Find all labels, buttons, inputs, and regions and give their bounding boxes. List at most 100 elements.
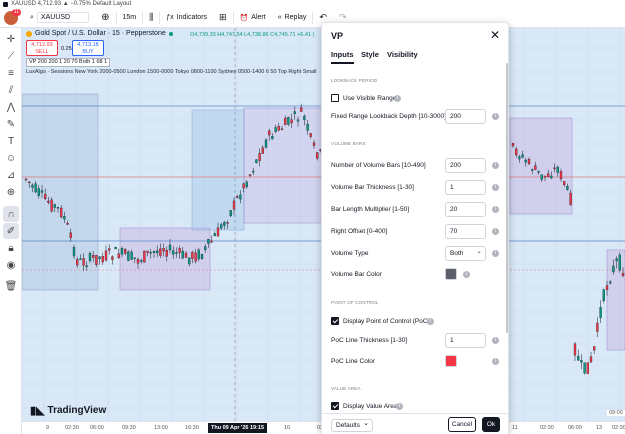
trash-icon: 🗑︎ — [4, 280, 18, 292]
chart-type-button[interactable]: ⫼ — [143, 8, 159, 27]
magnet-tool[interactable]: ∩ — [3, 206, 19, 222]
poc-thickness-input[interactable]: 1 — [445, 333, 486, 348]
pattern-tool[interactable]: ⋀ — [3, 99, 19, 115]
info-icon[interactable]: i — [492, 113, 499, 120]
crosshair-tool[interactable]: ✛ — [3, 31, 19, 47]
candle-body — [255, 159, 258, 163]
candle-body — [114, 246, 117, 250]
poc-color-swatch[interactable] — [445, 355, 457, 367]
close-icon: ✕ — [489, 28, 500, 42]
visibility-tool[interactable]: ◉ — [3, 257, 19, 273]
info-icon[interactable]: i — [492, 337, 499, 344]
time-tick-label: 10 — [284, 425, 291, 431]
time-tick-label: 09:30 — [122, 425, 136, 431]
volume-type-label: Volume Type — [331, 250, 369, 257]
alert-button[interactable]: ⏰ Alert — [234, 8, 272, 27]
symbol-search-button[interactable]: ⌕ XAUUSD — [24, 8, 95, 27]
stay-drawing-tool[interactable]: ✐ — [3, 223, 19, 239]
tab-visibility[interactable]: Visibility — [387, 50, 418, 59]
display-poc-label: Display Point of Control (PoC) — [343, 318, 430, 325]
compare-symbol-button[interactable]: ⊕ — [95, 8, 115, 27]
candle-body — [149, 251, 152, 254]
defaults-dropdown[interactable]: Defaults — [331, 418, 373, 432]
logo-text: TradingView — [47, 405, 107, 416]
candle-body — [143, 250, 146, 263]
zoom-tool[interactable]: ⊕ — [3, 184, 19, 200]
time-tick-label: 02:30 — [540, 425, 554, 431]
tab-inputs[interactable]: Inputs — [331, 50, 354, 64]
drawing-toolbar: ✛ ⟋ ≡ ⫽ ⋀ ✎ T ☺ ⊿ ⊕ ∩ ✐ 🔒︎ ◉ 🗑︎ — [0, 28, 22, 434]
candle-body — [66, 223, 69, 225]
candle-body — [274, 127, 277, 132]
display-poc-checkbox[interactable] — [331, 317, 339, 325]
candle-body — [563, 181, 566, 185]
fib-tool[interactable]: ≡ — [3, 65, 19, 81]
text-tool[interactable]: T — [3, 133, 19, 149]
delete-tool[interactable]: 🗑︎ — [3, 278, 19, 294]
channel-tool[interactable]: ⫽ — [3, 82, 19, 98]
close-button[interactable]: ✕ — [490, 28, 500, 42]
display-value-area-checkbox[interactable] — [331, 402, 339, 410]
vp-indicator-legend[interactable]: VP 200 200 1 20 70 Both 1 68 1 — [26, 58, 111, 67]
candle-body — [117, 253, 120, 259]
emoji-tool[interactable]: ☺ — [3, 150, 19, 166]
avatar[interactable]: 11 — [4, 8, 21, 25]
right-offset-label: Right Offset [0-400] — [331, 228, 388, 235]
info-icon[interactable]: i — [492, 184, 499, 191]
buy-button[interactable]: 4,713.18 BUY — [72, 40, 104, 56]
indicators-label: Indicators — [176, 14, 208, 21]
info-icon[interactable]: i — [492, 162, 499, 169]
candle-body — [98, 256, 101, 259]
info-icon[interactable]: i — [463, 271, 470, 278]
candle-body — [223, 222, 226, 226]
rewind-icon: « — [277, 14, 282, 21]
candle-body — [28, 181, 31, 184]
candle-body — [602, 289, 605, 301]
bar-length-input[interactable]: 20 — [445, 202, 486, 217]
templates-button[interactable]: ⊞ — [213, 8, 233, 27]
text-icon: T — [7, 135, 15, 147]
sell-button[interactable]: 4,712.93 SELL — [26, 40, 58, 56]
info-icon[interactable]: i — [492, 358, 499, 365]
info-icon[interactable]: i — [492, 250, 499, 257]
right-offset-input[interactable]: 70 — [445, 224, 486, 239]
candle-body — [79, 258, 82, 260]
candle-body — [309, 133, 312, 137]
candle-body — [92, 255, 95, 258]
brush-tool[interactable]: ✎ — [3, 116, 19, 132]
info-icon[interactable]: i — [394, 95, 401, 102]
candle-body — [220, 224, 223, 229]
sessions-indicator-legend[interactable]: LuxAlgo · Sessions New York 2000-0500 Lo… — [26, 69, 317, 75]
info-icon[interactable]: i — [492, 228, 499, 235]
ok-button[interactable]: Ok — [482, 417, 500, 432]
candle-body — [615, 258, 618, 262]
tab-style[interactable]: Style — [361, 50, 379, 59]
info-icon[interactable]: i — [427, 318, 434, 325]
interval-button[interactable]: 15m — [117, 8, 143, 27]
fixed-range-input[interactable]: 200 — [445, 109, 486, 124]
info-icon[interactable]: i — [492, 206, 499, 213]
measure-tool[interactable]: ⊿ — [3, 167, 19, 183]
info-icon[interactable]: i — [396, 403, 403, 410]
poc-color-label: PoC Line Color — [331, 358, 376, 365]
candle-body — [31, 184, 34, 188]
chart-title: Gold Spot / U.S. Dollar · 15 · Peppersto… — [35, 30, 166, 37]
candle-body — [573, 343, 577, 356]
cancel-button[interactable]: Cancel — [448, 417, 476, 432]
volume-bar-color-swatch[interactable] — [445, 268, 457, 280]
replay-button[interactable]: « Replay — [272, 8, 313, 27]
candle-body — [226, 222, 229, 224]
candle-body — [580, 360, 583, 363]
volume-type-select[interactable]: Both — [445, 245, 486, 261]
num-bars-input[interactable]: 200 — [445, 158, 486, 173]
scrollbar[interactable] — [506, 63, 508, 333]
time-tick-label: 02:30 — [65, 425, 79, 431]
use-visible-range-checkbox[interactable] — [331, 94, 339, 102]
bar-thickness-input[interactable]: 1 — [445, 180, 486, 195]
volume-bar-color-label: Volume Bar Color — [331, 271, 382, 278]
candle-body — [543, 175, 547, 178]
indicators-button[interactable]: ƒx Indicators — [160, 8, 213, 27]
trend-line-tool[interactable]: ⟋ — [3, 48, 19, 64]
lock-tool[interactable]: 🔒︎ — [3, 240, 19, 256]
candle-body — [130, 251, 133, 260]
